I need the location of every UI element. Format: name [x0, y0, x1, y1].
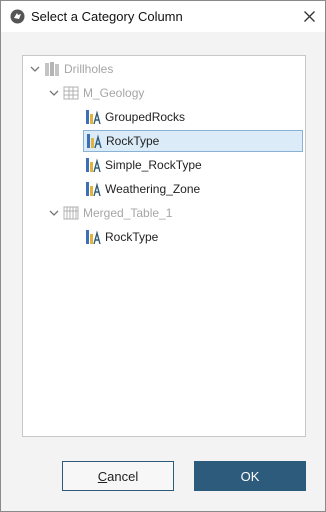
tree-item-rocktype-selected[interactable]: RockType: [83, 130, 303, 152]
tree-node-label: M_Geology: [83, 86, 145, 100]
category-column-icon: [86, 158, 101, 173]
category-column-icon: [87, 134, 102, 149]
app-logo-icon: [10, 9, 25, 24]
tree-item-label: RockType: [105, 230, 159, 244]
tree-item-merged-rocktype[interactable]: RockType: [85, 226, 158, 248]
table-icon: [63, 86, 79, 100]
chevron-down-icon[interactable]: [29, 63, 41, 75]
category-column-icon: [86, 182, 101, 197]
cancel-mnemonic: C: [97, 468, 108, 484]
chevron-down-icon[interactable]: [48, 207, 60, 219]
merged-table-icon: [63, 206, 79, 220]
tree-node-label: Merged_Table_1: [83, 206, 173, 220]
category-column-icon: [86, 230, 101, 245]
chevron-down-icon[interactable]: [48, 87, 60, 99]
column-tree[interactable]: Drillholes M_Geology GroupedRocks RockTy…: [22, 55, 306, 437]
ok-button[interactable]: OK: [194, 461, 306, 491]
tree-node-drillholes[interactable]: Drillholes: [29, 58, 113, 80]
tree-node-m-geology[interactable]: M_Geology: [48, 82, 144, 104]
tree-node-label: Drillholes: [64, 62, 114, 76]
tree-item-label: GroupedRocks: [105, 110, 186, 124]
drillholes-icon: [45, 62, 59, 76]
tree-item-label: Weathering_Zone: [105, 182, 201, 196]
category-column-icon: [86, 110, 101, 125]
close-button[interactable]: [293, 1, 325, 32]
title-bar: Select a Category Column: [1, 1, 325, 32]
ok-label: OK: [240, 468, 260, 484]
cancel-label-rest: ancel: [107, 468, 139, 484]
tree-item-label: Simple_RockType: [105, 158, 202, 172]
tree-node-merged-table-1[interactable]: Merged_Table_1: [48, 202, 172, 224]
dialog-window: Select a Category Column Drillholes M_Ge…: [0, 0, 326, 512]
tree-item-weathering-zone[interactable]: Weathering_Zone: [85, 178, 200, 200]
close-icon: [303, 11, 315, 22]
tree-item-groupedrocks[interactable]: GroupedRocks: [85, 106, 185, 128]
dialog-title: Select a Category Column: [31, 9, 183, 24]
tree-item-label: RockType: [106, 134, 160, 148]
tree-item-simple-rocktype[interactable]: Simple_RockType: [85, 154, 202, 176]
cancel-button[interactable]: Cancel: [62, 461, 174, 491]
